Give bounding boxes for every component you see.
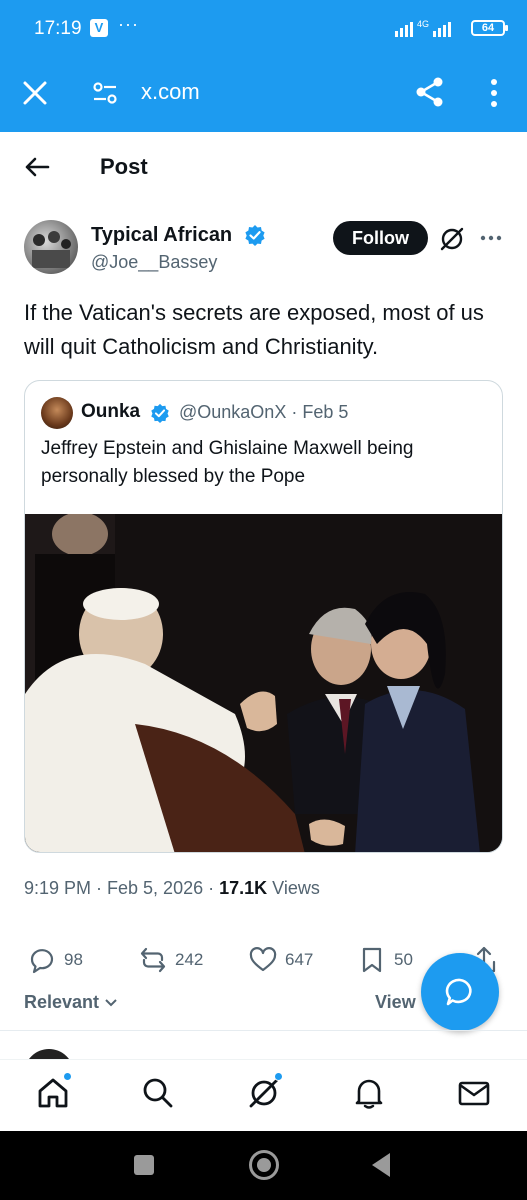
signal-icon: 4G — [395, 19, 451, 37]
status-time: 17:19 — [34, 18, 82, 39]
reply-icon — [30, 949, 54, 974]
more-notifications-icon: ··· — [118, 14, 139, 34]
verified-badge-icon — [151, 403, 169, 423]
browser-toolbar: x.com — [0, 58, 527, 132]
reply-avatar[interactable] — [24, 1049, 74, 1059]
post-timestamp: 9:19 PM · Feb 5, 2026 · 17.1K Views — [24, 878, 320, 899]
system-navigation-bar — [0, 1131, 527, 1200]
site-settings-icon[interactable] — [92, 80, 118, 106]
app-notification-icon: V — [90, 19, 108, 37]
quoted-post-text: Jeffrey Epstein and Ghislaine Maxwell be… — [41, 438, 414, 487]
like-button[interactable]: 647 — [249, 942, 313, 978]
bookmark-icon — [362, 947, 382, 973]
view-quotes-link[interactable]: View — [375, 992, 416, 1013]
home-button-icon[interactable] — [249, 1150, 279, 1180]
reply-item-preview[interactable] — [0, 1031, 527, 1059]
author-handle[interactable]: @Joe__Bassey — [91, 252, 217, 273]
heart-icon — [249, 947, 277, 972]
recents-icon[interactable] — [134, 1155, 154, 1175]
chevron-down-icon — [105, 999, 117, 1007]
reply-sort-dropdown[interactable]: Relevant — [24, 992, 118, 1013]
nav-messages[interactable] — [457, 1076, 491, 1110]
verified-badge-icon — [245, 225, 265, 246]
views-count: 17.1K — [219, 878, 268, 898]
network-type: 4G — [417, 19, 429, 29]
page-title: Post — [100, 154, 148, 179]
notification-dot — [63, 1072, 72, 1081]
envelope-icon — [458, 1081, 490, 1106]
url-text[interactable]: x.com — [141, 79, 200, 105]
notification-dot — [274, 1072, 283, 1081]
compose-reply-button[interactable] — [421, 953, 499, 1031]
post-header: Post — [0, 132, 527, 202]
grok-icon — [249, 1078, 279, 1108]
battery-icon: 64 — [471, 20, 508, 36]
nav-search[interactable] — [141, 1076, 175, 1110]
repost-count: 242 — [175, 950, 204, 969]
author-name[interactable]: Typical African — [91, 224, 232, 247]
reply-count: 98 — [64, 950, 83, 969]
quoted-author-avatar[interactable] — [41, 397, 73, 429]
nav-home[interactable] — [36, 1072, 72, 1110]
quoted-post[interactable]: Ounka @OunkaOnX · Feb 5 Jeffrey Epstein … — [24, 380, 503, 853]
reply-sort-label: Relevant — [24, 992, 100, 1012]
quoted-post-photo[interactable] — [25, 512, 502, 852]
repost-icon — [140, 947, 166, 973]
bookmark-count: 50 — [394, 950, 413, 969]
quoted-author-handle[interactable]: @OunkaOnX · Feb 5 — [179, 402, 348, 423]
overflow-menu-icon[interactable] — [482, 78, 506, 108]
reply-button[interactable]: 98 — [28, 942, 83, 978]
bookmark-button[interactable]: 50 — [358, 942, 413, 978]
share-icon[interactable] — [414, 76, 446, 108]
follow-button[interactable]: Follow — [333, 221, 428, 255]
grok-icon[interactable] — [439, 226, 465, 252]
close-icon[interactable] — [22, 80, 48, 106]
bottom-navigation — [0, 1059, 527, 1131]
nav-notifications[interactable] — [352, 1076, 386, 1110]
quoted-author-name[interactable]: Ounka — [81, 401, 140, 423]
like-count: 647 — [285, 950, 314, 969]
status-bar: 17:19 V ··· 4G 64 — [0, 0, 527, 58]
back-arrow-icon[interactable] — [24, 154, 50, 180]
more-options-icon[interactable] — [480, 228, 502, 248]
author-avatar[interactable] — [24, 220, 78, 274]
nav-grok[interactable] — [247, 1072, 283, 1110]
timestamp-text: 9:19 PM · Feb 5, 2026 · — [24, 878, 220, 898]
post-text: If the Vatican's secrets are exposed, mo… — [24, 300, 484, 359]
chat-bubble-icon — [445, 978, 472, 1006]
back-icon[interactable] — [372, 1153, 390, 1177]
views-label: Views — [267, 878, 320, 898]
repost-button[interactable]: 242 — [139, 942, 203, 978]
bell-icon — [355, 1079, 383, 1109]
search-icon — [143, 1078, 173, 1108]
home-icon — [38, 1078, 68, 1108]
